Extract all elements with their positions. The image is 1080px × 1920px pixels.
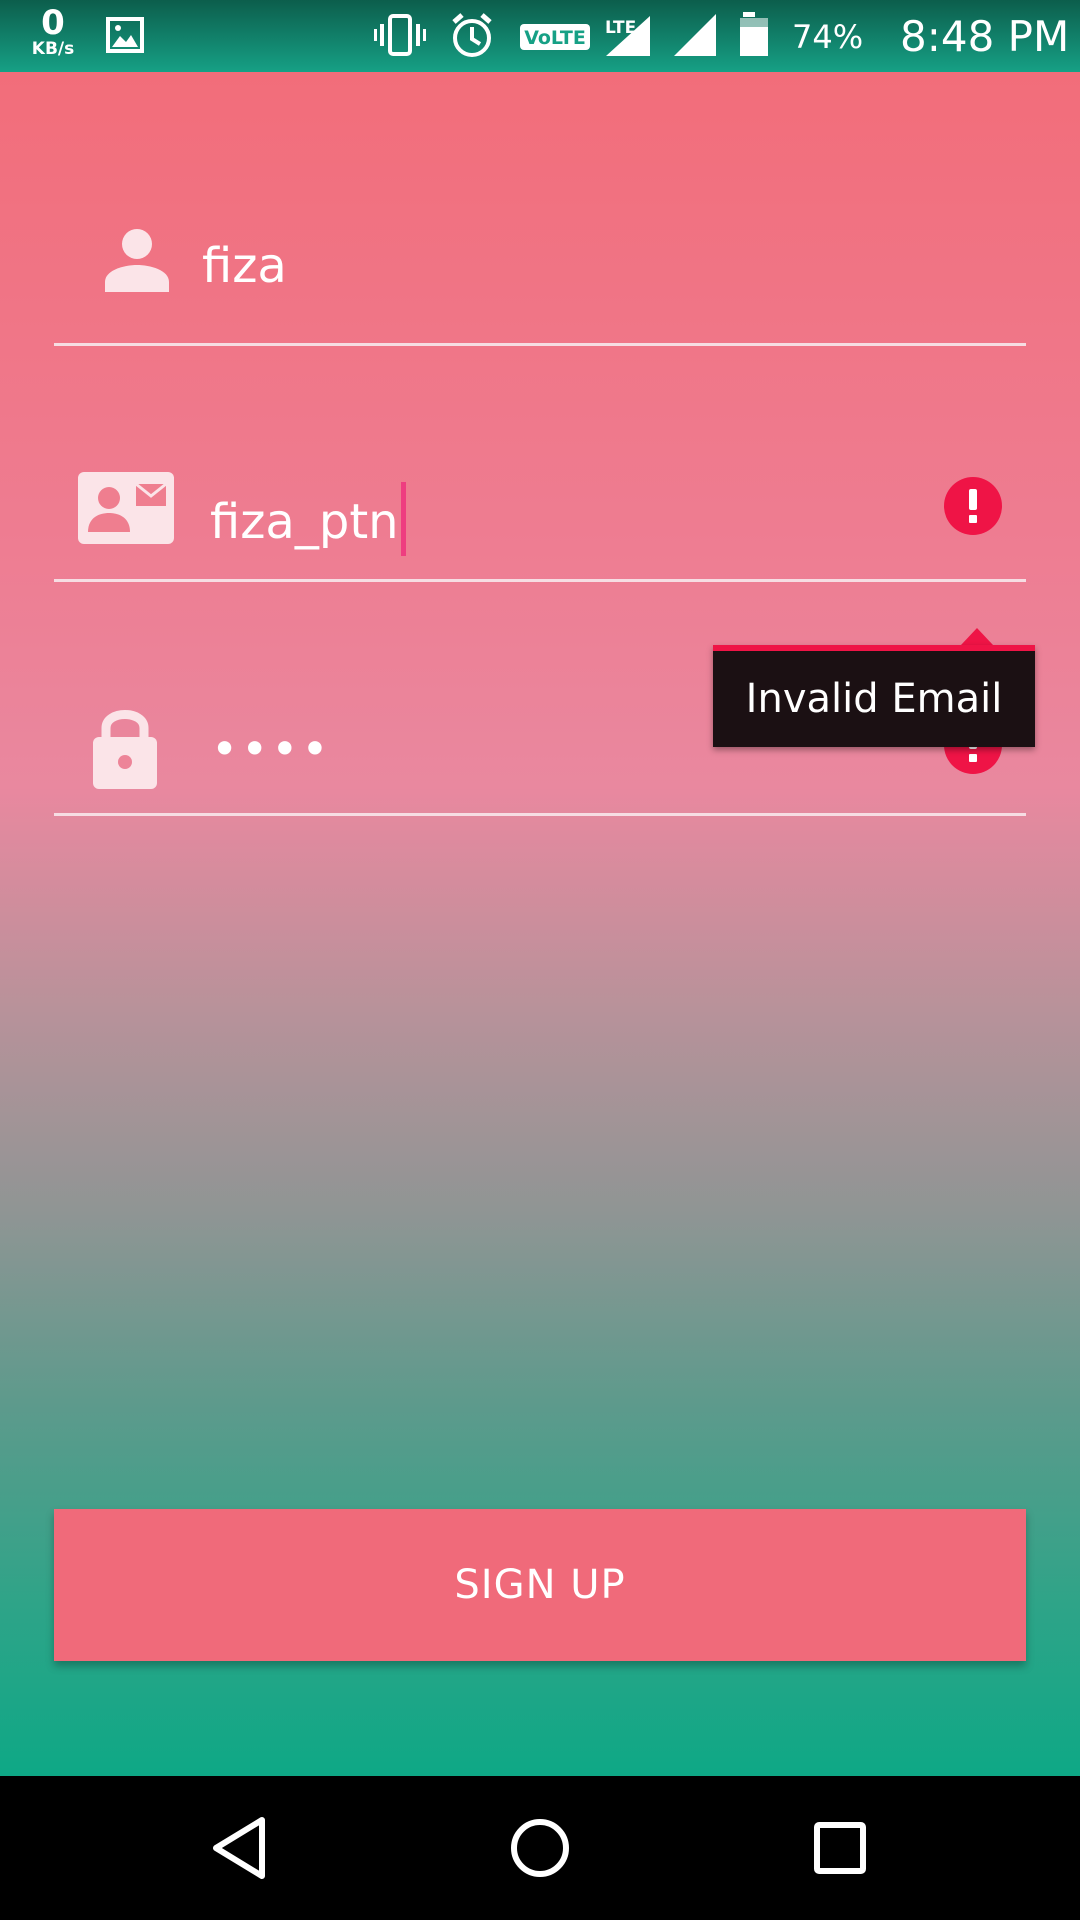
password-underline [54,813,1026,816]
email-input[interactable]: fiza_ptn [210,482,406,556]
name-field[interactable]: fiza [54,206,1026,346]
alarm-icon [452,13,492,57]
vibrate-icon [374,14,426,56]
email-error-icon[interactable] [944,477,1002,535]
password-input[interactable]: •••• [211,726,332,772]
signup-button[interactable]: SIGN UP [54,1509,1026,1661]
person-icon [104,228,170,296]
svg-text:VoLTE: VoLTE [524,27,586,49]
network-speed: 0 KB/s [26,6,80,58]
navigation-bar [0,1776,1080,1920]
name-input[interactable]: fiza [202,242,287,290]
signal-icon [674,14,716,56]
email-input-value: fiza_ptn [210,494,399,550]
tooltip-arrow [961,628,993,645]
text-cursor [400,482,406,556]
volte-icon: VoLTE [520,24,590,50]
email-field[interactable]: fiza_ptn [54,442,1026,582]
home-icon[interactable] [495,1806,585,1890]
recents-icon[interactable] [795,1806,885,1890]
lock-icon [92,704,158,794]
battery-icon [740,12,768,56]
back-icon[interactable] [196,1806,286,1890]
status-bar: 0 KB/s VoLTE LTE 74% 8:48 PM [0,0,1080,72]
clock: 8:48 PM [900,12,1070,61]
network-speed-unit: KB/s [31,39,75,59]
lte-signal-icon: LTE [605,16,650,56]
email-underline [54,579,1026,582]
name-underline [54,343,1026,346]
battery-percentage: 74% [792,18,864,56]
network-speed-value: 0 [41,3,65,43]
contact-card-icon [78,472,174,548]
email-error-tooltip: Invalid Email [713,645,1035,747]
gallery-icon [106,17,144,57]
